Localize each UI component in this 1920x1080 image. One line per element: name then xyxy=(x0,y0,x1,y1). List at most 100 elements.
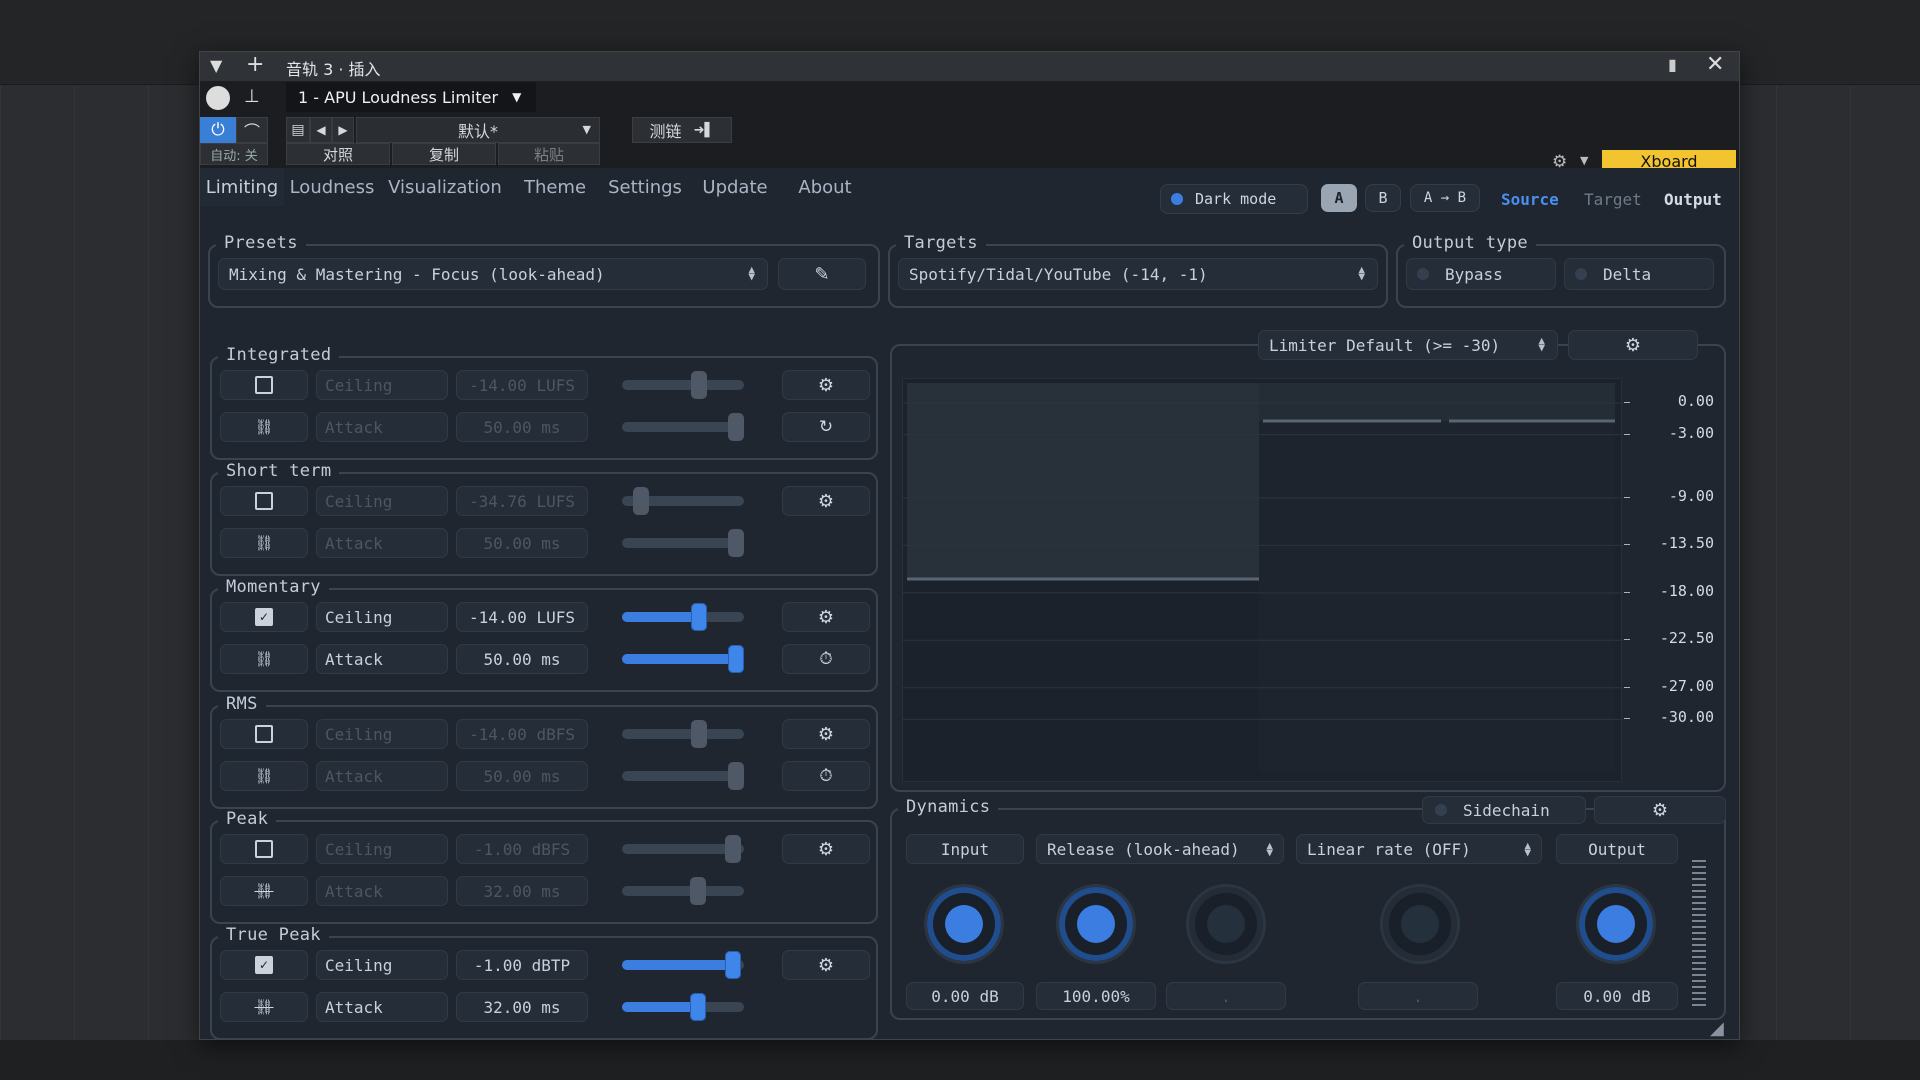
slider-thumb[interactable] xyxy=(690,877,706,905)
release-knob[interactable] xyxy=(1056,884,1136,964)
slider-thumb[interactable] xyxy=(728,645,744,673)
resize-handle-icon[interactable]: ◢ xyxy=(1710,1018,1736,1039)
tab-about[interactable]: About xyxy=(780,168,870,206)
enable-checkbox[interactable] xyxy=(220,834,308,864)
delta-toggle[interactable]: Delta xyxy=(1564,258,1714,290)
ceiling-value[interactable]: -1.00 dBFS xyxy=(456,834,588,864)
pin-icon[interactable]: ▮ xyxy=(1668,55,1677,74)
presets-select[interactable]: Mixing & Mastering - Focus (look-ahead) … xyxy=(218,258,768,290)
plugin-logo-icon[interactable] xyxy=(206,86,230,110)
paste-button[interactable]: 粘贴 xyxy=(498,143,600,165)
graph-mode-select[interactable]: Limiter Default (>= -30) ▲ ▼ xyxy=(1258,330,1558,360)
plugin-select[interactable]: 1 - APU Loudness Limiter ▼ xyxy=(286,82,536,112)
output-knob[interactable] xyxy=(1576,884,1656,964)
input-knob[interactable] xyxy=(924,884,1004,964)
dynamics-settings-button[interactable]: ⚙ xyxy=(1594,796,1726,824)
ab-copy-button[interactable]: A → B xyxy=(1410,184,1480,212)
attack-value[interactable]: 32.00 ms xyxy=(456,876,588,906)
meter-target-button[interactable]: Target xyxy=(1584,190,1642,209)
link-toggle[interactable]: ⛓ xyxy=(220,876,308,906)
ceiling-value[interactable]: -14.00 dBFS xyxy=(456,719,588,749)
section-settings-button[interactable]: ⚙ xyxy=(782,486,870,516)
tab-update[interactable]: Update xyxy=(690,168,780,206)
enable-checkbox[interactable]: ✓ xyxy=(220,950,308,980)
meter-output-button[interactable]: Output xyxy=(1664,190,1722,209)
edit-preset-button[interactable]: ✎ xyxy=(778,258,866,290)
attack-value[interactable]: 50.00 ms xyxy=(456,761,588,791)
enable-checkbox[interactable] xyxy=(220,486,308,516)
link-toggle[interactable]: ⛓ xyxy=(220,761,308,791)
slider-thumb[interactable] xyxy=(691,720,707,748)
slider-thumb[interactable] xyxy=(691,603,707,631)
reset-button[interactable]: ↻ xyxy=(782,412,870,442)
link-toggle[interactable]: ⛓ xyxy=(220,992,308,1022)
prev-preset-icon[interactable]: ◀ xyxy=(310,117,332,143)
tab-limiting[interactable]: Limiting xyxy=(200,168,284,206)
copy-button[interactable]: 复制 xyxy=(392,143,496,165)
ceiling-value[interactable]: -1.00 dBTP xyxy=(456,950,588,980)
slider-thumb[interactable] xyxy=(690,993,706,1021)
routing-icon[interactable]: ⊥ xyxy=(244,86,260,107)
slider-thumb[interactable] xyxy=(728,529,744,557)
slider-thumb[interactable] xyxy=(725,951,741,979)
preset-file-icon[interactable]: ▤ xyxy=(286,117,310,143)
release-select[interactable]: Release (look-ahead) ▲ ▼ xyxy=(1036,834,1284,864)
enable-checkbox[interactable] xyxy=(220,719,308,749)
attack-value[interactable]: 32.00 ms xyxy=(456,992,588,1022)
section-settings-button[interactable]: ⚙ xyxy=(782,370,870,400)
ceiling-value[interactable]: -34.76 LUFS xyxy=(456,486,588,516)
ab-a-button[interactable]: A xyxy=(1321,184,1357,212)
attack-value[interactable]: 50.00 ms xyxy=(456,644,588,674)
attack-value[interactable]: 50.00 ms xyxy=(456,528,588,558)
link-toggle[interactable]: ⛓ xyxy=(220,644,308,674)
tab-loudness[interactable]: Loudness xyxy=(284,168,380,206)
slider-thumb[interactable] xyxy=(728,762,744,790)
slider-thumb[interactable] xyxy=(728,413,744,441)
close-icon[interactable]: ✕ xyxy=(1706,52,1724,77)
section-settings-button[interactable]: ⚙ xyxy=(782,719,870,749)
add-icon[interactable]: + xyxy=(246,52,264,77)
bypass-toggle[interactable]: Bypass xyxy=(1406,258,1556,290)
attack-value[interactable]: 50.00 ms xyxy=(456,412,588,442)
chevron-down-icon[interactable]: ▼ xyxy=(1580,154,1588,167)
dark-mode-toggle[interactable]: Dark mode xyxy=(1160,184,1308,214)
rate-value[interactable]: . xyxy=(1358,982,1478,1010)
preset-select[interactable]: 默认* ▼ xyxy=(356,117,600,143)
timer-button[interactable]: ⏱ xyxy=(782,644,870,674)
slider-thumb[interactable] xyxy=(691,371,707,399)
ceiling-value[interactable]: -14.00 LUFS xyxy=(456,370,588,400)
link-toggle[interactable]: ⛓ xyxy=(220,528,308,558)
automation-icon[interactable]: ⌒ xyxy=(236,117,268,143)
enable-checkbox[interactable]: ✓ xyxy=(220,602,308,632)
timer-button[interactable]: ⏱ xyxy=(782,761,870,791)
meter-source-button[interactable]: Source xyxy=(1501,190,1559,209)
tab-settings[interactable]: Settings xyxy=(600,168,690,206)
ab-b-button[interactable]: B xyxy=(1365,184,1401,212)
section-settings-button[interactable]: ⚙ xyxy=(782,950,870,980)
section-settings-button[interactable]: ⚙ xyxy=(782,834,870,864)
sidechain-toggle[interactable]: Sidechain xyxy=(1422,796,1586,824)
auto-off-button[interactable]: 自动: 关 xyxy=(200,143,268,165)
link-toggle[interactable]: ⛓ xyxy=(220,412,308,442)
compare-button[interactable]: 对照 xyxy=(286,143,390,165)
section-settings-button[interactable]: ⚙ xyxy=(782,602,870,632)
enable-checkbox[interactable] xyxy=(220,370,308,400)
graph-settings-button[interactable]: ⚙ xyxy=(1568,330,1698,360)
ceiling-value[interactable]: -14.00 LUFS xyxy=(456,602,588,632)
rate-knob[interactable] xyxy=(1380,884,1460,964)
next-preset-icon[interactable]: ▶ xyxy=(332,117,354,143)
release-value[interactable]: 100.00% xyxy=(1036,982,1156,1010)
third-value[interactable]: . xyxy=(1166,982,1286,1010)
collapse-icon[interactable]: ▼ xyxy=(210,56,222,75)
third-knob[interactable] xyxy=(1186,884,1266,964)
input-value[interactable]: 0.00 dB xyxy=(906,982,1024,1010)
slider-thumb[interactable] xyxy=(725,835,741,863)
output-value[interactable]: 0.00 dB xyxy=(1556,982,1678,1010)
targets-select[interactable]: Spotify/Tidal/YouTube (-14, -1) ▲ ▼ xyxy=(898,258,1378,290)
tab-visualization[interactable]: Visualization xyxy=(380,168,510,206)
slider-thumb[interactable] xyxy=(633,487,649,515)
tab-theme[interactable]: Theme xyxy=(510,168,600,206)
power-icon[interactable]: ⏻ xyxy=(200,117,236,143)
sidechain-host-button[interactable]: 测链 ➜▌ xyxy=(632,117,732,143)
rate-select[interactable]: Linear rate (OFF) ▲ ▼ xyxy=(1296,834,1542,864)
